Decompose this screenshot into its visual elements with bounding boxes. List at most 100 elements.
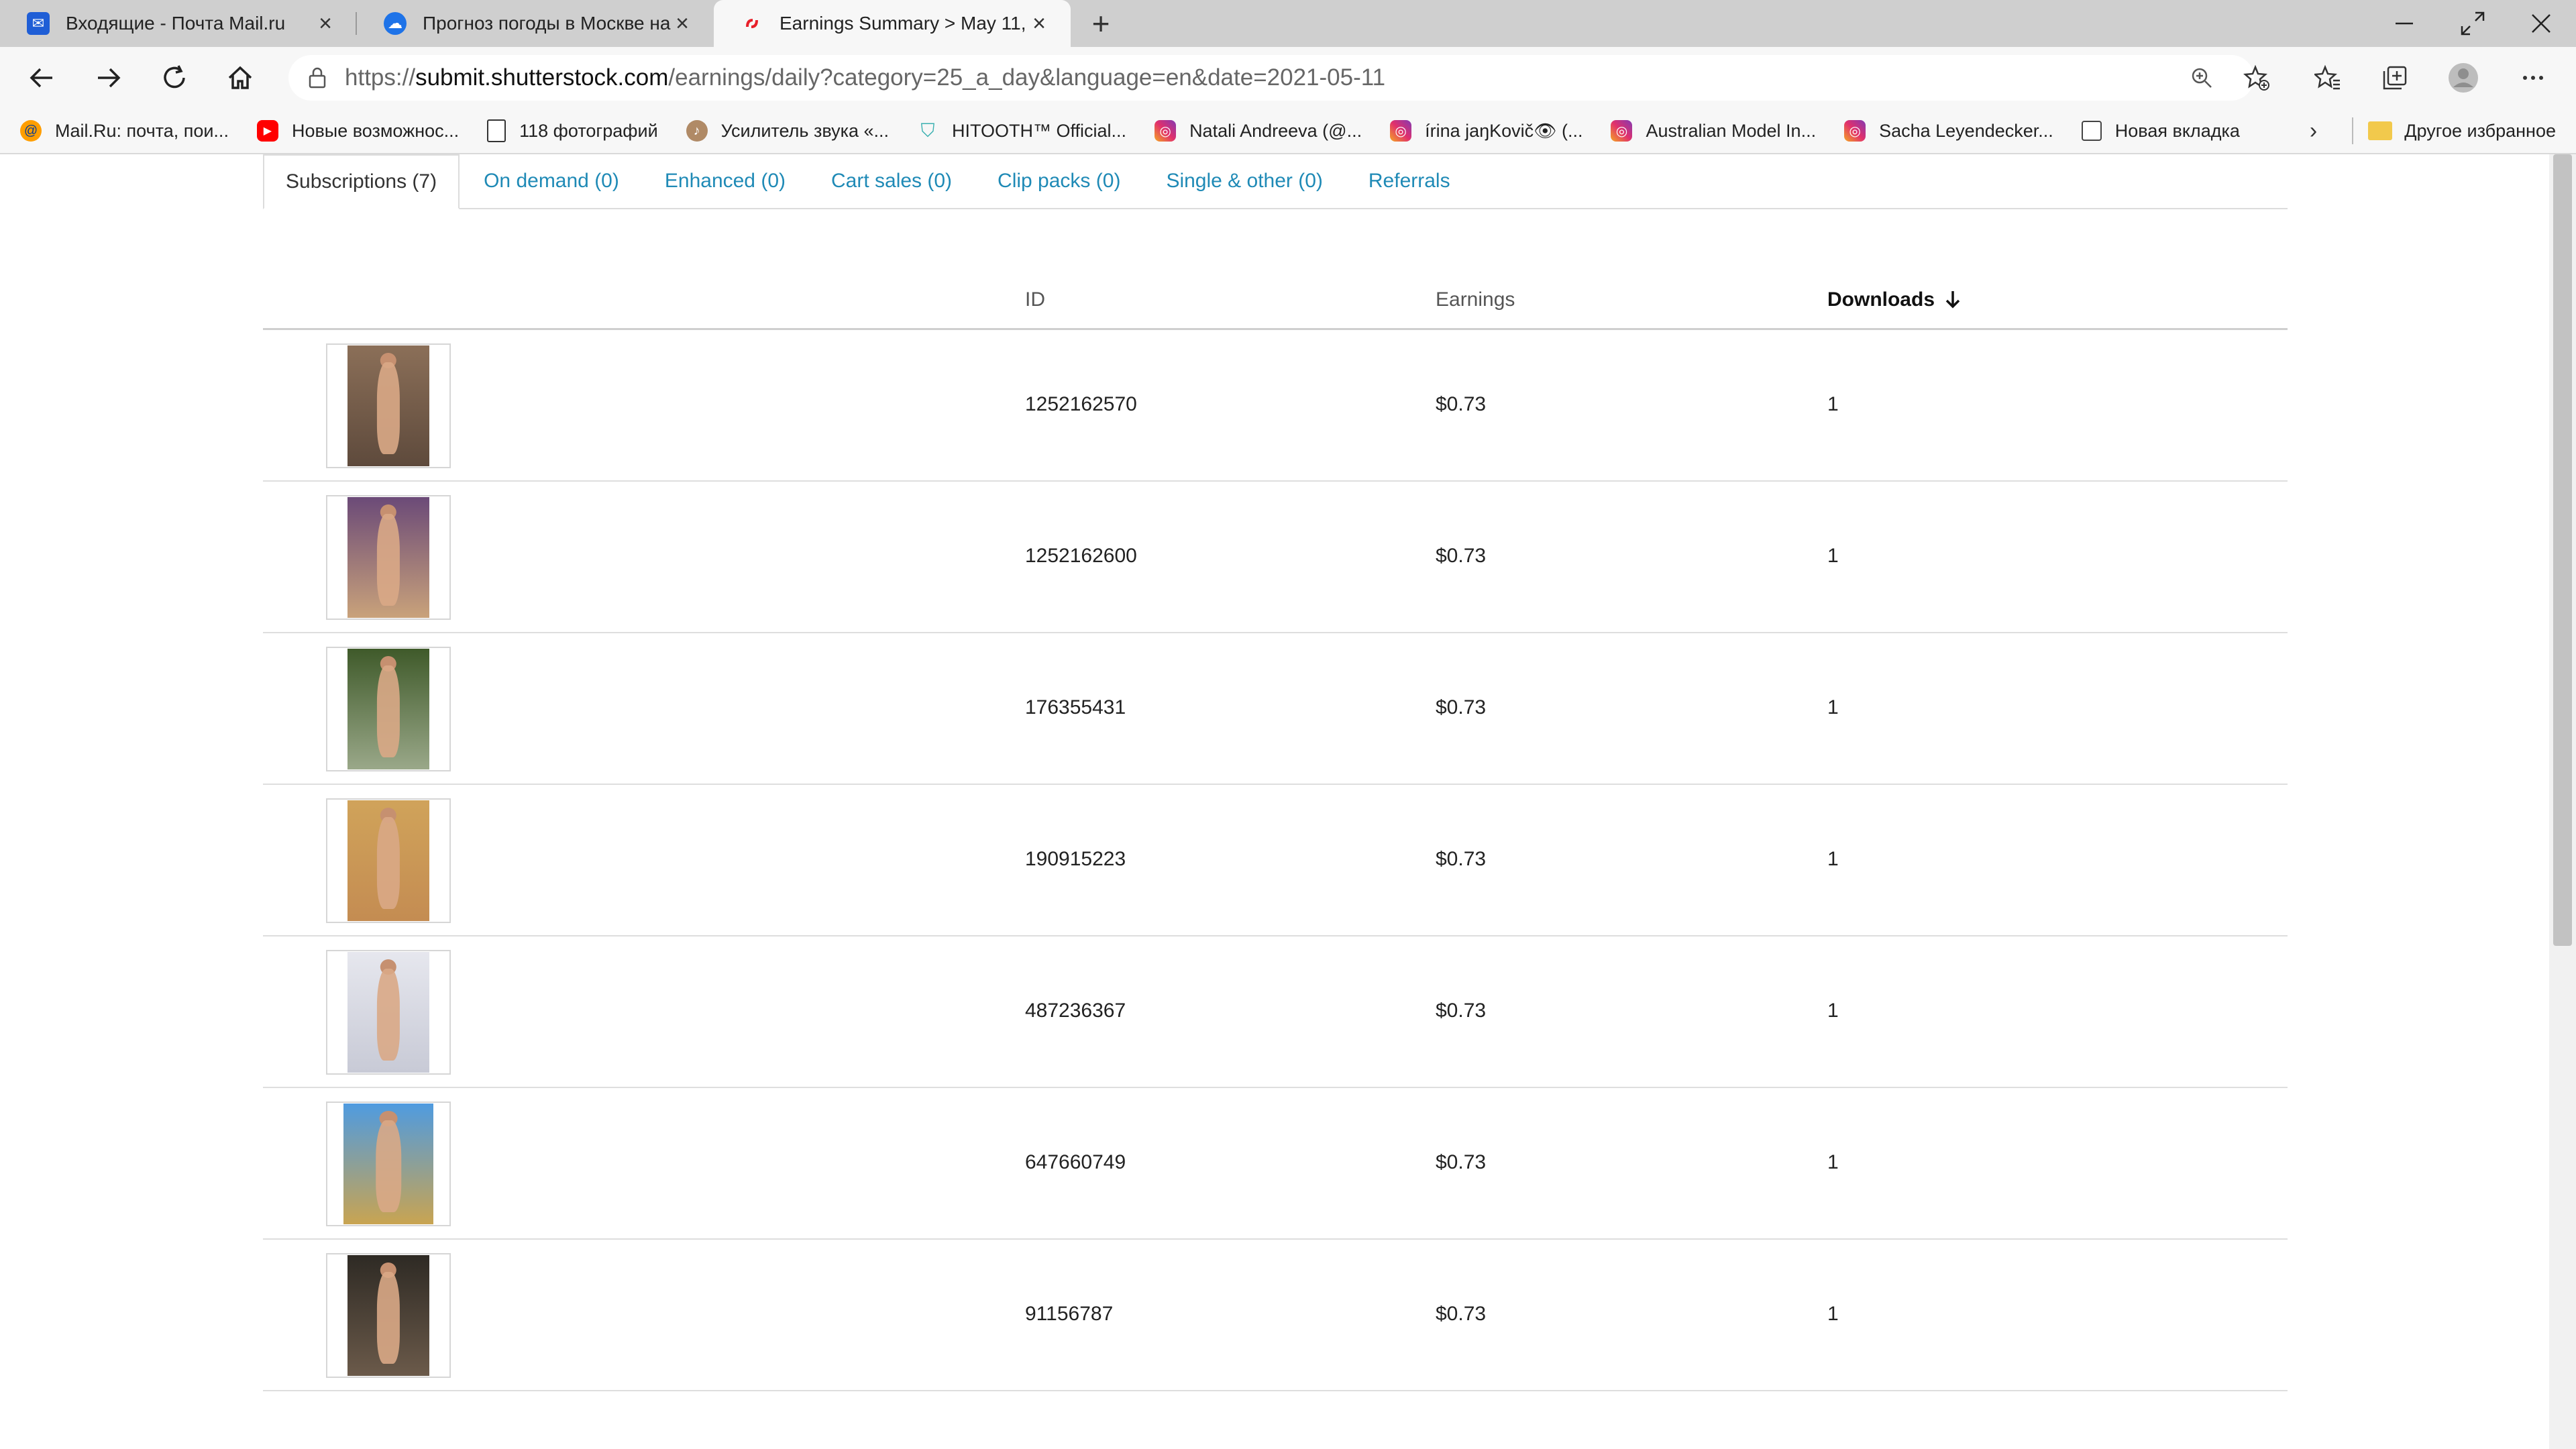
close-icon[interactable]: × xyxy=(671,11,694,37)
chevron-right-icon[interactable]: › xyxy=(2310,118,2317,144)
browser-tab-weather[interactable]: ☁ Прогноз погоды в Москве на с × xyxy=(357,0,714,47)
close-window-button[interactable] xyxy=(2508,0,2575,47)
thumbnail-figure xyxy=(376,1120,401,1212)
favorites-button[interactable] xyxy=(2306,56,2349,99)
settings-menu-button[interactable] xyxy=(2512,56,2555,99)
reload-button[interactable] xyxy=(153,56,196,99)
cell-earnings: $0.73 xyxy=(1436,1151,1487,1173)
bookmark-youtube[interactable]: ▶ Новые возможнос... xyxy=(256,120,459,142)
close-icon[interactable]: × xyxy=(1028,11,1051,37)
zoom-button[interactable] xyxy=(2180,56,2223,99)
profile-button[interactable] xyxy=(2442,56,2485,99)
thumbnail-frame[interactable] xyxy=(326,647,451,771)
bookmark-label: Усилитель звука «... xyxy=(720,120,890,141)
bookmark-new-tab[interactable]: Новая вкладка xyxy=(2081,120,2240,142)
bookmark-label: Natali Andreeva (@... xyxy=(1189,120,1362,141)
favorites-icon xyxy=(2314,64,2340,90)
browser-tab-earnings[interactable]: Earnings Summary > May 11, 20 × xyxy=(714,0,1071,47)
bookmark-label: Новая вкладка xyxy=(2114,120,2240,141)
bookmark-instagram-2[interactable]: ◎ írina jaŋKovič👁 (... xyxy=(1390,120,1582,142)
thumbnail-frame[interactable] xyxy=(326,495,451,620)
forward-arrow-icon xyxy=(98,68,121,88)
url-scheme: https:// xyxy=(345,64,416,91)
lock-icon[interactable] xyxy=(307,66,327,89)
bookmarks-overflow: › Другое избранное xyxy=(2310,109,2556,153)
thumbnail-frame[interactable] xyxy=(326,798,451,923)
table-row: 647660749 $0.73 1 xyxy=(263,1088,2288,1240)
table-row: 190915223 $0.73 1 xyxy=(263,785,2288,936)
thumbnail-image[interactable] xyxy=(347,800,429,921)
add-favorite-button[interactable] xyxy=(2235,56,2278,99)
tab-subscriptions[interactable]: Subscriptions (7) xyxy=(263,154,460,209)
home-button[interactable] xyxy=(219,56,262,99)
thumbnail-frame[interactable] xyxy=(326,343,451,468)
cell-downloads: 1 xyxy=(1827,696,1839,718)
tab-clip-packs[interactable]: Clip packs (0) xyxy=(976,154,1142,208)
vertical-scrollbar[interactable] xyxy=(2549,154,2576,1449)
restore-button[interactable] xyxy=(2439,0,2506,47)
browser-tab-mail[interactable]: ✉ Входящие - Почта Mail.ru × xyxy=(0,0,357,47)
other-favorites-link[interactable]: Другое избранное xyxy=(2404,121,2556,142)
tab-cart-sales[interactable]: Cart sales (0) xyxy=(810,154,973,208)
cell-id: 647660749 xyxy=(1025,1151,1126,1173)
column-header-earnings[interactable]: Earnings xyxy=(1436,288,1515,311)
cell-earnings: $0.73 xyxy=(1436,1000,1487,1022)
thumbnail-image[interactable] xyxy=(347,1255,429,1376)
cell-downloads: 1 xyxy=(1827,393,1839,415)
bookmark-mailru[interactable]: @ Mail.Ru: почта, пои... xyxy=(20,120,229,142)
thumbnail-frame[interactable] xyxy=(326,1102,451,1226)
table-row: 487236367 $0.73 1 xyxy=(263,936,2288,1088)
close-icon[interactable]: × xyxy=(314,11,337,37)
bookmark-label: írina jaŋKovič👁 (... xyxy=(1425,121,1583,141)
column-header-downloads[interactable]: Downloads xyxy=(1827,288,1962,311)
bookmark-instagram-4[interactable]: ◎ Sacha Leyendecker... xyxy=(1844,120,2053,142)
star-add-icon xyxy=(2243,64,2269,91)
thumbnail-image[interactable] xyxy=(347,345,429,466)
instagram-icon: ◎ xyxy=(1155,120,1177,142)
cell-earnings: $0.73 xyxy=(1436,393,1487,415)
bookmark-hitooth[interactable]: ⛉ HITOOTH™ Official... xyxy=(917,119,1127,142)
thumbnail-figure xyxy=(376,362,400,454)
weather-icon: ☁ xyxy=(384,12,407,35)
bookmark-label: Sacha Leyendecker... xyxy=(1879,120,2053,141)
tab-on-demand[interactable]: On demand (0) xyxy=(462,154,641,208)
thumbnail-frame[interactable] xyxy=(326,950,451,1075)
back-button[interactable] xyxy=(20,56,63,99)
thumbnail-image[interactable] xyxy=(343,1104,433,1224)
new-tab-button[interactable]: + xyxy=(1077,0,1124,47)
cell-downloads: 1 xyxy=(1827,545,1839,567)
cell-id: 487236367 xyxy=(1025,1000,1126,1022)
thumbnail-figure xyxy=(376,1272,400,1364)
tab-title: Earnings Summary > May 11, 20 xyxy=(780,13,1028,34)
cell-id: 91156787 xyxy=(1025,1303,1114,1325)
collections-button[interactable] xyxy=(2373,56,2416,99)
tab-title: Прогноз погоды в Москве на с xyxy=(423,13,671,34)
thumbnail-image[interactable] xyxy=(347,649,429,769)
browser-toolbar: https://submit.shutterstock.com/earnings… xyxy=(0,47,2576,109)
minimize-button[interactable] xyxy=(2371,0,2438,47)
forward-button[interactable] xyxy=(87,56,130,99)
table-row: 1252162600 $0.73 1 xyxy=(263,482,2288,633)
scrollbar-thumb[interactable] xyxy=(2553,154,2572,946)
address-bar[interactable]: https://submit.shutterstock.com/earnings… xyxy=(288,55,2254,101)
tab-single-other[interactable]: Single & other (0) xyxy=(1144,154,1344,208)
url-text[interactable]: https://submit.shutterstock.com/earnings… xyxy=(345,64,1385,91)
thumbnail-frame[interactable] xyxy=(326,1253,451,1378)
bookmark-instagram-1[interactable]: ◎ Natali Andreeva (@... xyxy=(1155,120,1362,142)
thumbnail-image[interactable] xyxy=(347,497,429,618)
collections-icon xyxy=(2383,66,2407,90)
tab-enhanced[interactable]: Enhanced (0) xyxy=(643,154,807,208)
tab-referrals[interactable]: Referrals xyxy=(1347,154,1472,208)
cell-earnings: $0.73 xyxy=(1436,545,1487,567)
cell-downloads: 1 xyxy=(1827,848,1839,870)
bookmark-label: 118 фотографий xyxy=(519,120,658,141)
bookmark-instagram-3[interactable]: ◎ Australian Model In... xyxy=(1611,120,1816,142)
mail-icon: ✉ xyxy=(27,12,50,35)
column-header-id[interactable]: ID xyxy=(1025,288,1045,311)
thumbnail-image[interactable] xyxy=(347,952,429,1073)
bookmark-icon: ⛉ xyxy=(920,119,935,141)
bookmark-sound-booster[interactable]: ♪ Усилитель звука «... xyxy=(686,120,889,142)
url-host: submit.shutterstock.com xyxy=(415,64,669,91)
bookmark-photos[interactable]: 118 фотографий xyxy=(487,119,658,142)
cell-id: 1252162600 xyxy=(1025,545,1137,567)
